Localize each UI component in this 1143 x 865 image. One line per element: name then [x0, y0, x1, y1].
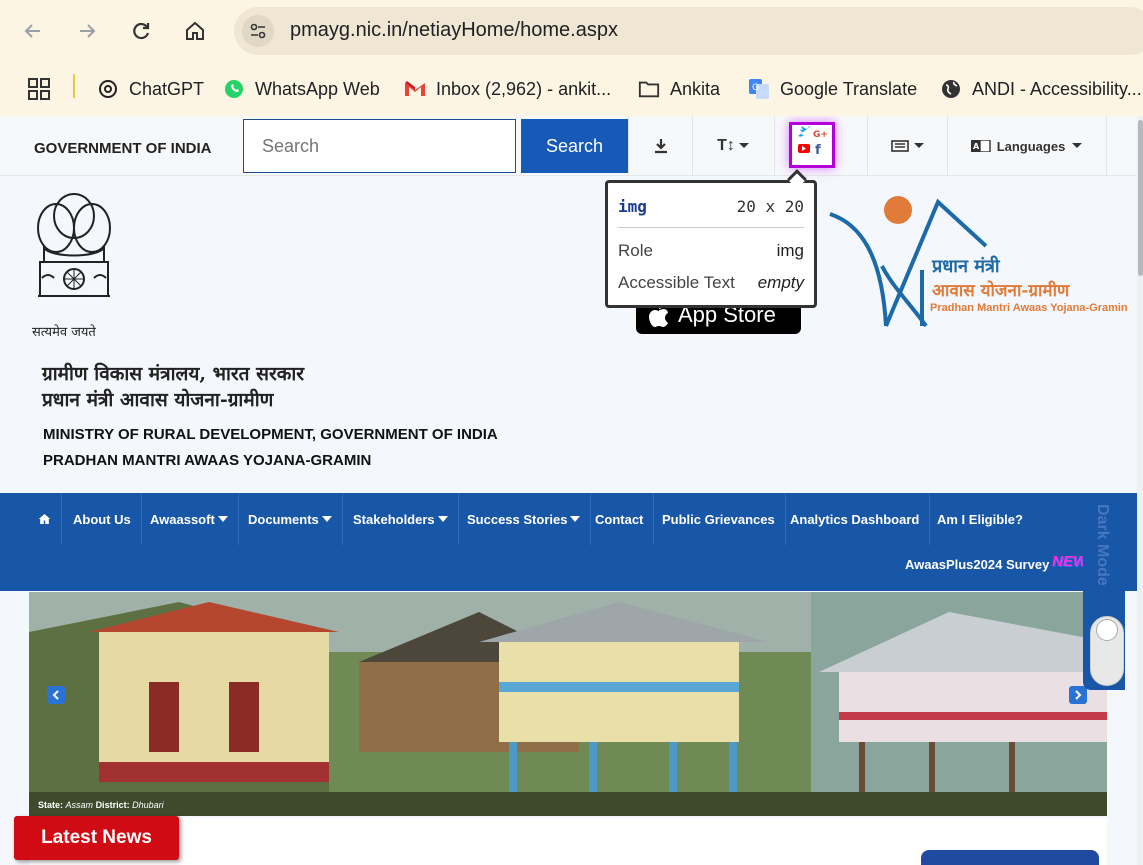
address-bar[interactable]: pmayg.nic.in/netiayHome/home.aspx [234, 7, 1143, 55]
bookmark-google-translate[interactable]: G Google Translate [748, 76, 917, 102]
nav-success-stories[interactable]: Success Stories [457, 493, 592, 545]
scrollbar-thumb[interactable] [1138, 120, 1143, 276]
hero-carousel-image [29, 592, 1107, 816]
toggle-knob [1096, 619, 1118, 641]
gov-label: GOVERNMENT OF INDIA [34, 140, 212, 157]
bookmark-ankita[interactable]: Ankita [638, 76, 720, 102]
tooltip-tag: img [618, 197, 647, 216]
bookmark-chatgpt[interactable]: ChatGPT [97, 76, 204, 102]
nav-analytics-dashboard[interactable]: Analytics Dashboard [780, 493, 931, 545]
bookmark-whatsapp[interactable]: WhatsApp Web [223, 76, 380, 102]
bookmark-separator [73, 74, 75, 98]
caret-down-icon [570, 516, 581, 522]
home-icon [38, 513, 51, 525]
svg-text:G: G [752, 83, 759, 93]
national-emblem: सत्यमेव जयते [28, 188, 120, 340]
main-navbar: About Us Awaassoft Documents Stakeholder… [0, 493, 1143, 591]
nav-about-us[interactable]: About Us [63, 493, 142, 545]
side-panel-header [921, 850, 1099, 865]
tooltip-role-label: Role [618, 241, 653, 260]
home-icon[interactable] [178, 14, 212, 48]
url-text: pmayg.nic.in/netiayHome/home.aspx [290, 19, 618, 41]
nav-documents[interactable]: Documents [238, 493, 343, 545]
emblem-motto: सत्यमेव जयते [32, 325, 96, 340]
site-info-icon[interactable] [242, 15, 274, 47]
carousel-prev-button[interactable] [47, 686, 65, 704]
gov-topbar: GOVERNMENT OF INDIA Search T↕ G+ f A [0, 116, 1143, 176]
nav-public-grievances[interactable]: Public Grievances [652, 493, 786, 545]
svg-text:f: f [815, 143, 821, 158]
languages-dropdown[interactable]: A Languages [947, 116, 1107, 176]
apps-icon[interactable] [28, 76, 50, 102]
scheme-hindi: प्रधान मंत्री आवास योजना-ग्रामीण [42, 389, 274, 411]
scheme-english: PRADHAN MANTRI AWAAS YOJANA-GRAMIN [43, 452, 372, 469]
chevron-left-icon [52, 690, 59, 700]
caret-down-icon [321, 516, 332, 522]
gmail-icon [404, 78, 426, 100]
carousel-next-button[interactable] [1069, 686, 1087, 704]
whatsapp-icon [223, 78, 245, 100]
back-icon[interactable] [16, 14, 50, 48]
google-translate-icon: G [748, 78, 770, 100]
folder-icon [638, 78, 660, 100]
latest-news-label: Latest News [14, 816, 179, 860]
download-icon[interactable] [628, 116, 692, 176]
nav-home[interactable] [28, 493, 62, 545]
sitemap-button[interactable] [867, 116, 947, 176]
chatgpt-icon [97, 78, 119, 100]
tooltip-divider [618, 227, 804, 228]
search-button[interactable]: Search [521, 119, 628, 173]
andi-tooltip: img 20 x 20 Role img Accessible Text emp… [605, 180, 817, 308]
logo-hindi-line2: आवास योजना-ग्रामीण [932, 281, 1070, 301]
browser-toolbar: pmayg.nic.in/netiayHome/home.aspx [0, 0, 1143, 62]
translate-icon: A [970, 140, 991, 152]
tooltip-text-value: empty [757, 273, 804, 292]
bookmarks-bar: ChatGPT WhatsApp Web Inbox (2,962) - ank… [0, 62, 1143, 116]
nav-survey-link[interactable]: AwaasPlus2024 Survey [905, 557, 1049, 572]
forward-icon[interactable] [70, 14, 104, 48]
nav-stakeholders[interactable]: Stakeholders [343, 493, 459, 545]
caret-down-icon [1072, 143, 1083, 148]
nav-am-i-eligible[interactable]: Am I Eligible? [927, 493, 1033, 545]
logo-hindi-line1: प्रधान मंत्री [932, 256, 1000, 277]
screen-reader-icon [890, 140, 909, 152]
pmay-g-logo: प्रधान मंत्री आवास योजना-ग्रामीण Pradhan… [826, 196, 1128, 336]
caret-down-icon [738, 143, 749, 148]
nav-awaassoft[interactable]: Awaassoft [140, 493, 239, 545]
text-size-icon: T↕ [717, 137, 735, 154]
bookmark-andi[interactable]: ANDI - Accessibility... [940, 76, 1142, 102]
svg-text:G+: G+ [813, 130, 828, 140]
tooltip-text-label: Accessible Text [618, 273, 735, 292]
ministry-hindi: ग्रामीण विकास मंत्रालय, भारत सरकार [42, 363, 305, 385]
logo-english: Pradhan Mantri Awaas Yojana-Gramin [930, 302, 1128, 314]
globe-icon [940, 78, 962, 100]
caret-down-icon [913, 143, 924, 148]
tooltip-size: 20 x 20 [736, 197, 804, 216]
dark-mode-label: Dark Mode [1094, 504, 1111, 586]
text-size-button[interactable]: T↕ [692, 116, 774, 176]
tooltip-role-value: img [776, 241, 804, 260]
carousel-caption: State: Assam District: Dhubari [38, 800, 164, 810]
page-content: GOVERNMENT OF INDIA Search T↕ G+ f A [0, 116, 1143, 865]
svg-text:A: A [973, 142, 980, 151]
new-badge: NEW [1052, 553, 1087, 570]
nav-contact[interactable]: Contact [585, 493, 655, 545]
reload-icon[interactable] [124, 14, 158, 48]
search-input[interactable] [243, 119, 516, 173]
chevron-right-icon [1075, 690, 1082, 700]
ministry-english: MINISTRY OF RURAL DEVELOPMENT, GOVERNMEN… [43, 426, 498, 443]
social-media-icon[interactable]: G+ f [789, 122, 835, 168]
caret-down-icon [437, 516, 448, 522]
caret-down-icon [217, 516, 228, 522]
bookmark-gmail[interactable]: Inbox (2,962) - ankit... [404, 76, 611, 102]
